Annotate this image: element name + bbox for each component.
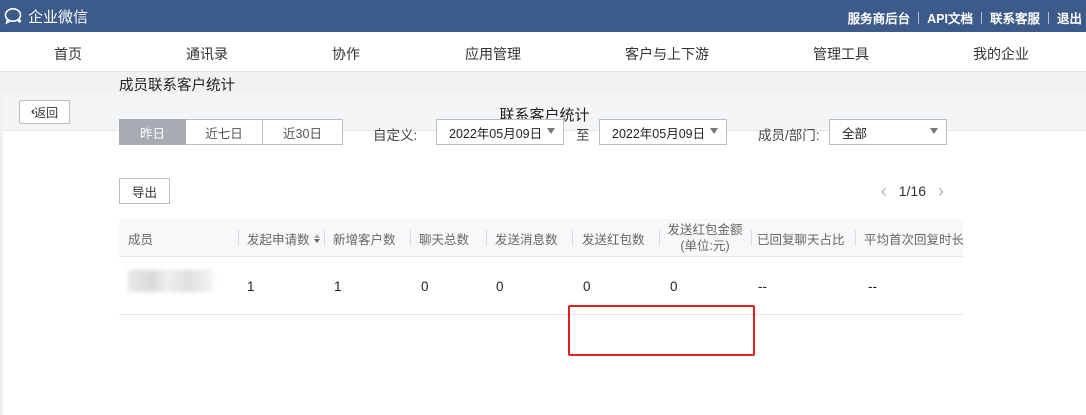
col-label: 平均首次回复时长 [864, 232, 963, 247]
col-label: 已回复聊天占比 [757, 232, 845, 247]
col-label: 发送消息数 [495, 232, 558, 247]
col-label: 发送红包数 [582, 232, 645, 247]
top-bar: 企业微信 服务商后台 API文档 联系客服 退出 [0, 0, 1086, 32]
col-label: 发起申请数 [247, 232, 310, 247]
main-nav: 首页 通讯录 协作 应用管理 客户与上下游 管理工具 我的企业 [0, 32, 1086, 72]
col-member: 成员 [119, 219, 235, 257]
range-yesterday[interactable]: 昨日 [119, 119, 186, 145]
custom-label: 自定义: [373, 128, 418, 143]
member-select[interactable]: 全部 [829, 119, 947, 145]
nav-app-management[interactable]: 应用管理 [465, 44, 521, 64]
pagination: ‹ 1/16 › [869, 182, 956, 200]
col-red-packets: 发送红包数 [572, 219, 659, 257]
link-logout[interactable]: 退出 [1057, 8, 1082, 27]
table-header: 成员 发起申请数 新增客户数 聊天总数 发送消息数 发送红包数 发送红包金额 (… [119, 219, 963, 257]
section-title: 成员联系客户统计 [119, 78, 235, 94]
col-label: 新增客户数 [333, 232, 396, 247]
col-label: 成员 [128, 232, 154, 247]
start-date-select[interactable]: 2022年05月09日 [436, 119, 564, 145]
col-applications[interactable]: 发起申请数 [238, 219, 324, 257]
col-reply-ratio: 已回复聊天占比 [751, 219, 855, 257]
brand-name: 企业微信 [28, 8, 89, 26]
nav-contacts[interactable]: 通讯录 [186, 44, 228, 64]
member-label: 成员/部门: [758, 128, 820, 143]
nav-collaboration[interactable]: 协作 [332, 44, 360, 64]
member-value: 全部 [842, 126, 868, 141]
annotation-highlight-box [568, 305, 755, 356]
start-date-value: 2022年05月09日 [449, 126, 543, 141]
export-button[interactable]: 导出 [119, 178, 170, 204]
brand[interactable]: 企业微信 [4, 6, 88, 26]
cell-reply-ratio: -- [758, 279, 767, 294]
nav-customers[interactable]: 客户与上下游 [625, 44, 709, 64]
divider [855, 230, 856, 246]
cell-avg-first-reply: -- [868, 279, 877, 294]
col-chats: 聊天总数 [410, 219, 486, 257]
page-indicator: 1/16 [898, 183, 926, 199]
divider [324, 230, 325, 246]
divider [1047, 11, 1049, 24]
table-row[interactable]: 1 1 0 0 0 0 -- -- [119, 257, 963, 315]
range-last-7-days[interactable]: 近七日 [186, 119, 263, 145]
to-label: 至 [576, 128, 590, 143]
col-new-customers: 新增客户数 [324, 219, 410, 257]
link-contact-support[interactable]: 联系客服 [990, 8, 1040, 27]
cell-red-packet-amount: 0 [670, 279, 678, 294]
next-page-icon[interactable]: › [938, 182, 944, 200]
col-messages: 发送消息数 [486, 219, 572, 257]
divider [918, 11, 920, 24]
col-red-packet-amount: 发送红包金额 (单位:元) [659, 219, 751, 257]
col-unit-label: (单位:元) [680, 239, 730, 253]
sort-icon[interactable] [313, 233, 320, 243]
caret-down-icon [547, 128, 555, 134]
date-range-tabs: 昨日 近七日 近30日 [119, 119, 343, 145]
member-avatar-name-redacted [128, 270, 214, 292]
col-avg-first-reply: 平均首次回复时长 [855, 219, 963, 257]
divider [238, 230, 239, 246]
divider [410, 230, 411, 246]
divider [980, 11, 982, 24]
cell-new-customers: 1 [334, 279, 342, 294]
wecom-logo-icon [4, 8, 22, 25]
cell-applications: 1 [247, 279, 255, 294]
stats-table: 成员 发起申请数 新增客户数 聊天总数 发送消息数 发送红包数 发送红包金额 (… [119, 219, 963, 315]
cell-red-packets: 0 [583, 279, 591, 294]
link-api-docs[interactable]: API文档 [927, 8, 973, 27]
link-service-provider[interactable]: 服务商后台 [848, 8, 911, 27]
divider [572, 230, 573, 246]
end-date-select[interactable]: 2022年05月09日 [599, 119, 727, 145]
caret-down-icon [710, 128, 718, 134]
range-last-30-days[interactable]: 近30日 [263, 119, 343, 145]
col-label: 发送红包金额 [667, 223, 743, 237]
caret-down-icon [930, 128, 938, 134]
divider [659, 230, 660, 246]
nav-home[interactable]: 首页 [54, 44, 82, 64]
end-date-value: 2022年05月09日 [612, 126, 706, 141]
divider [751, 230, 752, 246]
divider [486, 230, 487, 246]
cell-messages: 0 [496, 279, 504, 294]
cell-chats: 0 [421, 279, 429, 294]
top-links: 服务商后台 API文档 联系客服 退出 [848, 8, 1082, 27]
nav-my-enterprise[interactable]: 我的企业 [973, 44, 1029, 64]
col-label: 聊天总数 [419, 232, 470, 247]
prev-page-icon[interactable]: ‹ [881, 182, 887, 200]
nav-admin-tools[interactable]: 管理工具 [813, 44, 869, 64]
